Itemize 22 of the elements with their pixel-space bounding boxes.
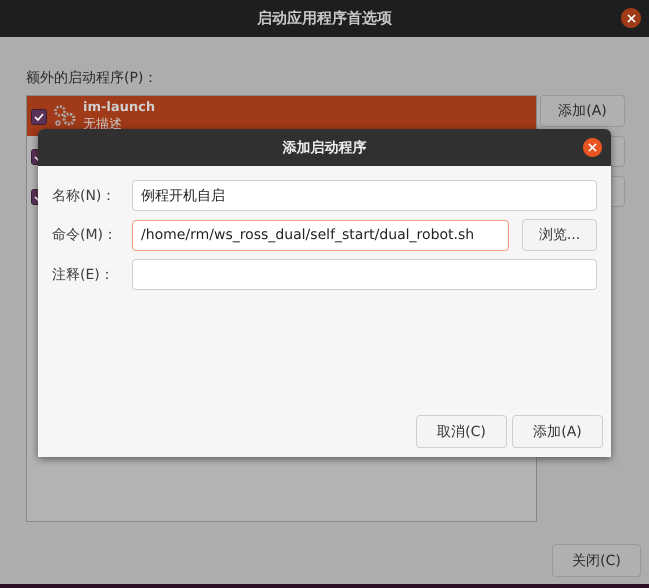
checkbox[interactable] (31, 109, 47, 125)
list-label: 额外的启动程序(P)： (26, 69, 158, 87)
field-label: 名称(N)： (52, 186, 116, 204)
close-button[interactable] (621, 8, 641, 28)
dialog-button[interactable]: 取消(C) (416, 415, 507, 448)
program-name: im-launch (83, 100, 156, 115)
close-icon (626, 14, 636, 22)
add-button[interactable]: 添加(A) (540, 95, 625, 127)
input-field[interactable]: /home/rm/ws_ross_dual/self_start/dual_robot.sh (132, 220, 509, 250)
window-title: 启动应用程序首选项 (257, 9, 392, 28)
input-field[interactable]: 例程开机自启 (132, 180, 597, 211)
dialog-button[interactable]: 添加(A) (512, 415, 603, 448)
close-icon (588, 143, 597, 152)
gears-icon (53, 104, 77, 128)
close-button[interactable]: 关闭(C) (552, 544, 641, 577)
dialog-title: 添加启动程序 (282, 138, 366, 156)
input-field[interactable] (132, 259, 597, 290)
check-icon (34, 113, 44, 121)
close-button[interactable] (583, 138, 602, 157)
field-label: 注释(E)： (52, 266, 115, 284)
field-label: 命令(M)： (52, 226, 118, 244)
browse-button[interactable]: 浏览... (522, 219, 597, 251)
